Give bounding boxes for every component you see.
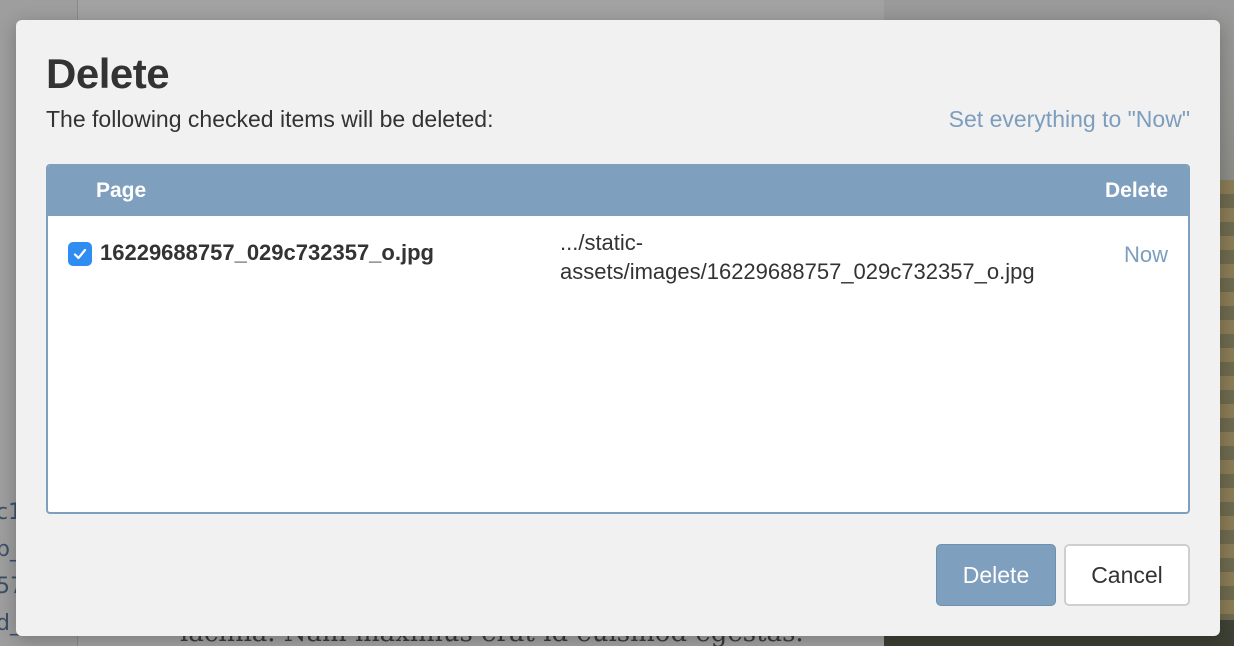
checkmark-icon xyxy=(73,248,87,260)
item-path-line: assets/images/16229688757_029c732357_o.j… xyxy=(560,259,1035,284)
delete-dialog: Delete The following checked items will … xyxy=(16,20,1220,636)
table-row: 16229688757_029c732357_o.jpg .../static-… xyxy=(48,216,1188,296)
column-header-page: Page xyxy=(96,179,147,202)
delete-button[interactable]: Delete xyxy=(936,544,1056,606)
table-header: Page Delete xyxy=(48,166,1188,216)
dialog-title: Delete xyxy=(46,50,170,97)
item-path: .../static- assets/images/16229688757_02… xyxy=(560,228,1100,286)
item-name: 16229688757_029c732357_o.jpg xyxy=(100,240,434,265)
item-path-line: .../static- xyxy=(560,230,644,255)
cancel-button[interactable]: Cancel xyxy=(1064,544,1190,606)
column-header-delete: Delete xyxy=(1104,179,1168,202)
item-checkbox[interactable] xyxy=(68,242,92,266)
items-table: Page Delete 16229688757_029c732357_o.jpg… xyxy=(46,164,1190,514)
item-delete-when-link[interactable]: Now xyxy=(1124,242,1168,268)
set-all-now-link[interactable]: Set everything to "Now" xyxy=(949,106,1190,133)
dialog-description: The following checked items will be dele… xyxy=(46,106,494,132)
